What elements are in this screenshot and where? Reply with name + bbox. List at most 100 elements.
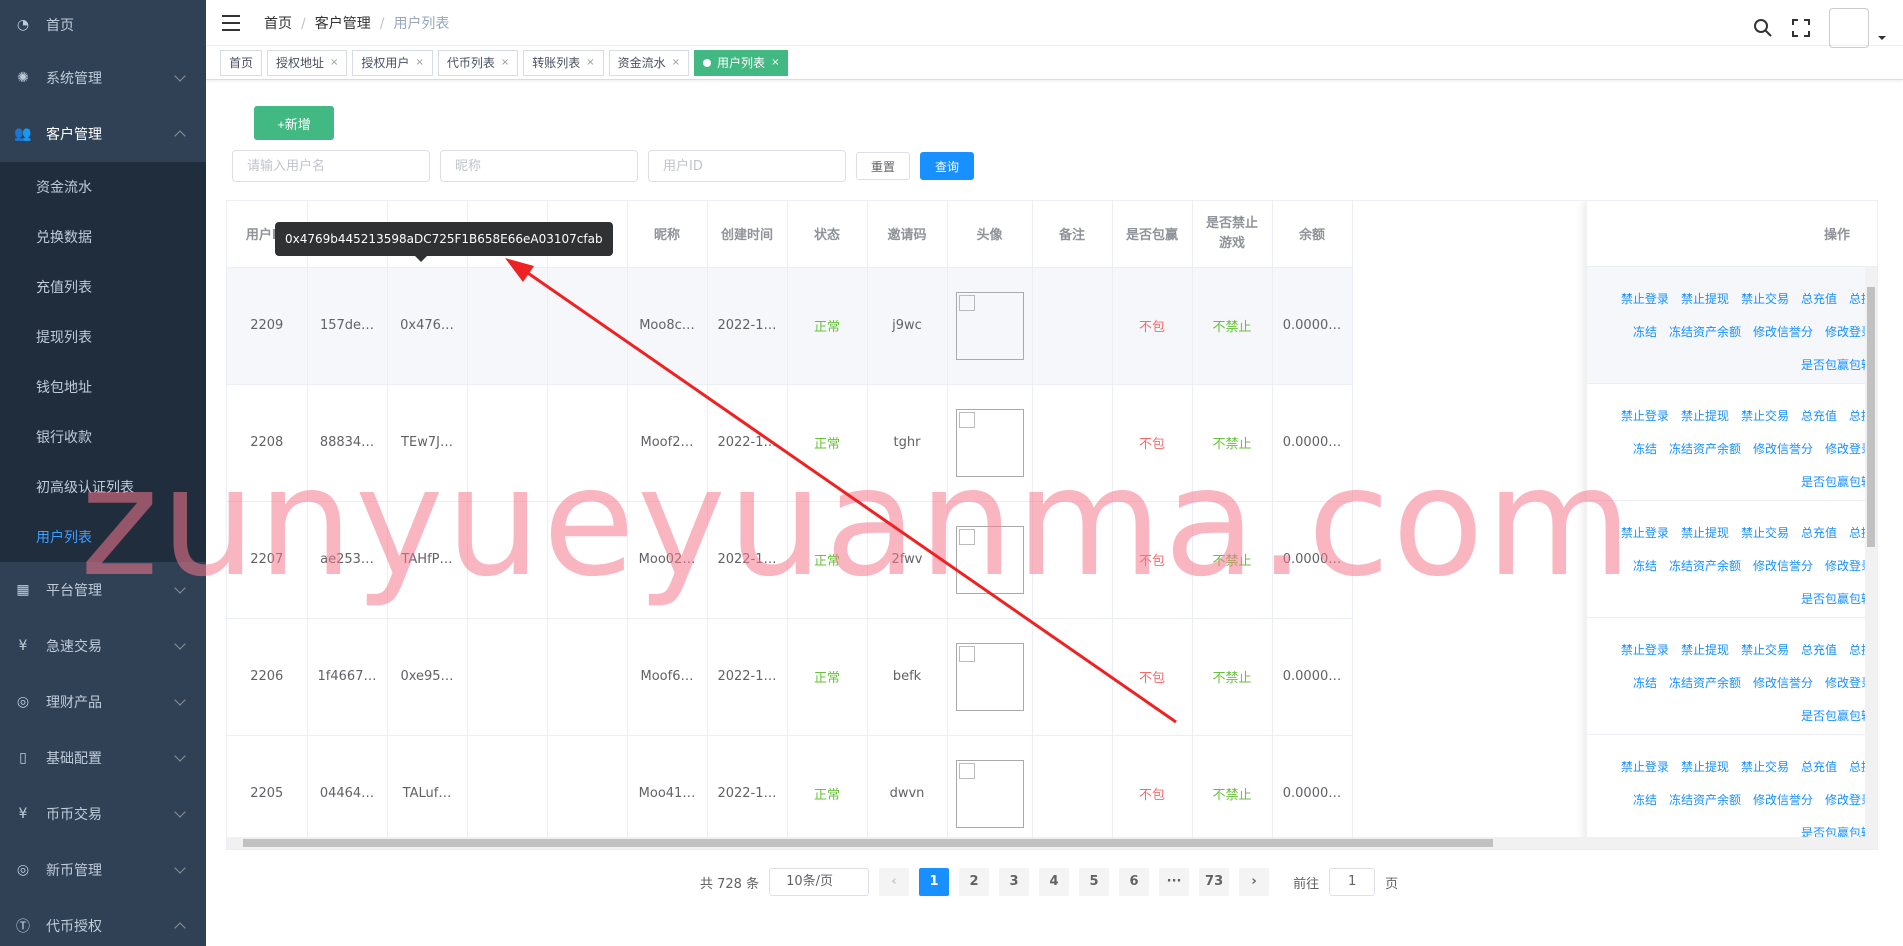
op-link[interactable]: 修改信誉分	[1753, 793, 1813, 807]
username-input[interactable]	[232, 150, 430, 182]
tag-user-list[interactable]: 用户列表 ×	[694, 49, 789, 76]
table-cell	[547, 267, 628, 385]
sidebar-item-fund-flow[interactable]: 资金流水	[0, 162, 206, 212]
next-page-button[interactable]: ›	[1239, 868, 1270, 896]
page-number[interactable]: 4	[1039, 868, 1070, 896]
sidebar-item-finance[interactable]: ◎ 理财产品	[0, 674, 206, 730]
sidebar-item-platform[interactable]: ▦ 平台管理	[0, 562, 206, 618]
caret-down-icon[interactable]	[1877, 33, 1887, 43]
horizontal-scrollbar[interactable]	[227, 837, 1877, 849]
avatar[interactable]	[1829, 8, 1869, 48]
op-link[interactable]: 禁止提现	[1681, 526, 1729, 540]
op-link[interactable]: 修改信誉分	[1753, 559, 1813, 573]
goto-page-input[interactable]: 1	[1329, 868, 1376, 896]
close-icon[interactable]: ×	[501, 51, 509, 75]
op-link[interactable]: 是否包赢包输	[1801, 358, 1873, 372]
table-cell: 正常	[787, 618, 868, 736]
op-link[interactable]: 总充值	[1801, 760, 1837, 774]
prev-page-button[interactable]: ‹	[879, 868, 910, 896]
op-link[interactable]: 禁止提现	[1681, 643, 1729, 657]
op-link[interactable]: 禁止登录	[1621, 409, 1669, 423]
close-icon[interactable]: ×	[771, 51, 779, 75]
page-number[interactable]: 2	[959, 868, 990, 896]
hamburger-icon[interactable]	[222, 14, 240, 31]
op-link[interactable]: 总充值	[1801, 526, 1837, 540]
op-link[interactable]: 总充值	[1801, 643, 1837, 657]
op-link[interactable]: 冻结资产余额	[1669, 793, 1741, 807]
close-icon[interactable]: ×	[415, 51, 423, 75]
op-link[interactable]: 禁止交易	[1741, 526, 1789, 540]
sidebar-item-coin-trade[interactable]: ¥ 币币交易	[0, 786, 206, 842]
op-link[interactable]: 禁止提现	[1681, 409, 1729, 423]
op-link[interactable]: 修改信誉分	[1753, 325, 1813, 339]
op-link[interactable]: 冻结	[1633, 793, 1657, 807]
op-link[interactable]: 禁止交易	[1741, 760, 1789, 774]
op-link[interactable]: 冻结	[1633, 325, 1657, 339]
sidebar-item-withdraw-list[interactable]: 提现列表	[0, 312, 206, 362]
op-link[interactable]: 禁止交易	[1741, 409, 1789, 423]
page-number[interactable]: 3	[999, 868, 1030, 896]
nickname-input[interactable]	[440, 150, 638, 182]
search-icon[interactable]	[1753, 18, 1773, 38]
op-link[interactable]: 冻结	[1633, 676, 1657, 690]
close-icon[interactable]: ×	[672, 51, 680, 75]
op-link[interactable]: 禁止提现	[1681, 292, 1729, 306]
op-link[interactable]: 冻结	[1633, 442, 1657, 456]
sidebar-item-exchange-data[interactable]: 兑换数据	[0, 212, 206, 262]
tag-fund-flow[interactable]: 资金流水 ×	[608, 49, 690, 76]
page-number[interactable]: ···	[1159, 868, 1190, 896]
tag-auth-address[interactable]: 授权地址 ×	[267, 49, 348, 76]
op-link[interactable]: 禁止交易	[1741, 292, 1789, 306]
op-link[interactable]: 总充值	[1801, 409, 1837, 423]
tag-token-list[interactable]: 代币列表 ×	[437, 49, 519, 76]
table-cell: 不禁止	[1192, 618, 1273, 736]
page-size-select[interactable]: 10条/页	[769, 868, 870, 896]
fullscreen-icon[interactable]	[1791, 18, 1811, 38]
sidebar-item-kyc-list[interactable]: 初高级认证列表	[0, 462, 206, 512]
close-icon[interactable]: ×	[586, 51, 594, 75]
op-link[interactable]: 是否包赢包输	[1801, 592, 1873, 606]
sidebar-item-system[interactable]: ✺ 系统管理	[0, 50, 206, 106]
sidebar-item-fast-trade[interactable]: ¥ 急速交易	[0, 618, 206, 674]
op-link[interactable]: 禁止交易	[1741, 643, 1789, 657]
op-link[interactable]: 禁止登录	[1621, 760, 1669, 774]
op-link[interactable]: 冻结资产余额	[1669, 559, 1741, 573]
breadcrumb-customers[interactable]: 客户管理	[315, 16, 371, 32]
op-link[interactable]: 冻结资产余额	[1669, 325, 1741, 339]
page-number[interactable]: 6	[1119, 868, 1150, 896]
page-number[interactable]: 73	[1199, 868, 1230, 896]
close-icon[interactable]: ×	[330, 51, 338, 75]
page-number[interactable]: 1	[919, 868, 950, 896]
sidebar-item-wallet-address[interactable]: 钱包地址	[0, 362, 206, 412]
vertical-scrollbar[interactable]	[1865, 267, 1877, 849]
sidebar-item-home[interactable]: ◔ 首页	[0, 0, 206, 50]
tag-home[interactable]: 首页	[220, 49, 263, 76]
sidebar-item-new-coin[interactable]: ◎ 新币管理	[0, 842, 206, 898]
tag-transfer-list[interactable]: 转账列表 ×	[523, 49, 604, 76]
sidebar-item-basic-config[interactable]: ▯ 基础配置	[0, 730, 206, 786]
sidebar-item-bank-receipt[interactable]: 银行收款	[0, 412, 206, 462]
search-button[interactable]: 查询	[920, 152, 975, 180]
op-link[interactable]: 是否包赢包输	[1801, 475, 1873, 489]
sidebar-item-user-list[interactable]: 用户列表	[0, 512, 206, 562]
op-link[interactable]: 冻结	[1633, 559, 1657, 573]
sidebar-item-recharge-list[interactable]: 充值列表	[0, 262, 206, 312]
op-link[interactable]: 禁止登录	[1621, 643, 1669, 657]
op-link[interactable]: 禁止登录	[1621, 292, 1669, 306]
op-link[interactable]: 禁止登录	[1621, 526, 1669, 540]
op-link[interactable]: 修改信誉分	[1753, 442, 1813, 456]
op-link[interactable]: 禁止提现	[1681, 760, 1729, 774]
op-link[interactable]: 修改信誉分	[1753, 676, 1813, 690]
sidebar-item-token-auth[interactable]: Ⓣ 代币授权	[0, 898, 206, 946]
reset-button[interactable]: 重置	[856, 152, 911, 180]
breadcrumb-home[interactable]: 首页	[264, 16, 292, 32]
sidebar-item-customers[interactable]: 👥 客户管理	[0, 106, 206, 162]
op-link[interactable]: 总充值	[1801, 292, 1837, 306]
op-link[interactable]: 冻结资产余额	[1669, 676, 1741, 690]
add-button[interactable]: +新增	[254, 106, 334, 140]
userid-input[interactable]	[648, 150, 846, 182]
op-link[interactable]: 是否包赢包输	[1801, 709, 1873, 723]
tag-auth-users[interactable]: 授权用户 ×	[352, 49, 433, 76]
page-number[interactable]: 5	[1079, 868, 1110, 896]
op-link[interactable]: 冻结资产余额	[1669, 442, 1741, 456]
